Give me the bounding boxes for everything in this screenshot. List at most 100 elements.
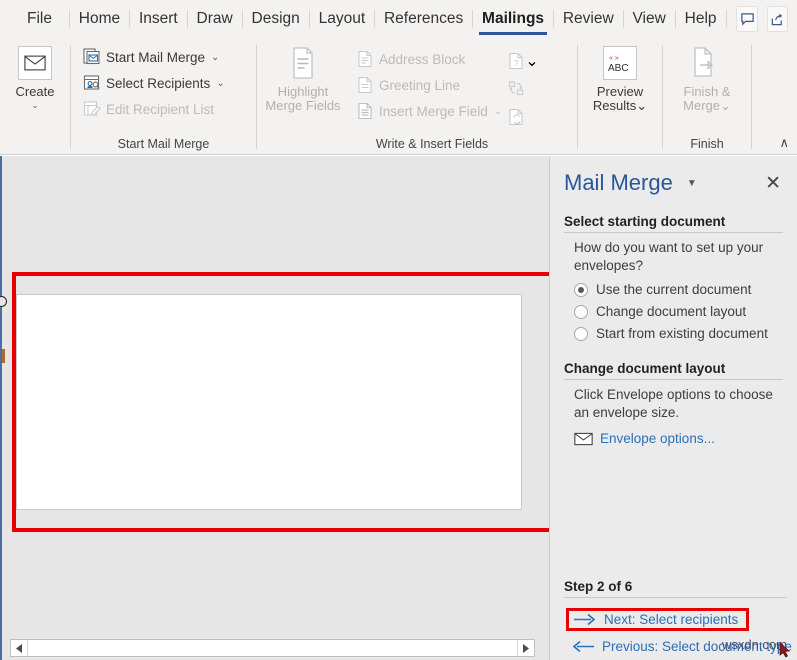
radio-button-icon[interactable] [574,304,588,319]
tab-view[interactable]: View [624,0,675,38]
change-document-layout-heading: Change document layout [564,361,783,380]
tab-layout[interactable]: Layout [310,0,375,38]
select-recipients-button[interactable]: Select Recipients ⌄ [81,70,227,96]
highlight-merge-fields-label: Highlight Merge Fields [265,85,340,113]
ribbon-group-body: Highlight Merge Fields Address Block Gre… [257,38,577,133]
share-button[interactable] [766,6,789,32]
chevron-down-icon: ⌄ [719,98,731,113]
ribbon-group-start-mail-merge: Start Mail Merge ⌄ Select Recipients ⌄ E… [71,38,256,155]
finish-and-merge-label: Finish & Merge⌄ [683,85,731,113]
chevron-down-icon[interactable]: ⌄ [31,100,39,111]
collapse-ribbon-button[interactable]: ∧ [779,135,789,151]
tab-label: Help [684,10,717,27]
next-step-label: Next: Select recipients [604,612,739,627]
select-starting-document-body: How do you want to set up your envelopes… [574,239,783,341]
chevron-down-icon[interactable]: ⌄ [216,78,224,89]
tab-help[interactable]: Help [676,0,726,38]
comments-button[interactable] [736,6,758,32]
tab-separator [725,10,727,28]
preview-results-button[interactable]: « » ABC Preview Results⌄ [580,44,660,113]
close-icon[interactable]: ✕ [765,172,785,195]
tab-draw[interactable]: Draw [188,0,242,38]
select-starting-document-heading: Select starting document [564,214,783,233]
chevron-down-icon[interactable]: ⌄ [636,98,647,113]
mouse-cursor-icon [779,642,790,658]
highlight-merge-fields-icon [293,47,313,79]
scroll-right-button[interactable] [517,640,534,656]
insert-merge-field-label: Insert Merge Field [379,103,488,119]
envelope-options-link[interactable]: Envelope options... [574,431,783,446]
horizontal-scrollbar[interactable] [10,639,535,657]
chevron-down-icon: ⌄ [525,53,539,70]
document-canvas[interactable] [0,156,566,660]
tab-label: View [632,10,666,27]
label-line-1: Preview [596,84,644,99]
select-recipients-label: Select Recipients [106,75,211,91]
radio-label: Use the current document [596,282,752,297]
ribbon-group-divider [751,45,752,149]
preview-results-icon-box: « » ABC [603,46,637,80]
radio-label: Start from existing document [596,326,768,341]
update-labels-icon [509,108,523,126]
svg-text:?: ? [514,59,519,68]
select-recipients-icon [83,75,100,90]
envelope-page[interactable] [16,294,522,510]
tab-review[interactable]: Review [554,0,623,38]
arrow-right-icon [574,613,596,626]
word-window: File Home Insert Draw Design Layout Refe… [0,0,797,660]
start-mail-merge-button[interactable]: Start Mail Merge ⌄ [81,44,221,70]
ribbon-group-label: Write & Insert Fields [375,137,489,151]
chevron-down-icon[interactable]: ⌄ [211,52,219,63]
tab-home[interactable]: Home [70,0,129,38]
ribbon-group-create: Create ⌄ [0,38,70,155]
svg-text:ABC: ABC [608,63,629,74]
share-icon [771,13,783,25]
rules-button: ? ⌄ [504,47,539,75]
radio-button-icon[interactable] [574,282,588,297]
radio-start-from-existing-document[interactable]: Start from existing document [574,326,783,341]
tab-label: Review [562,10,614,27]
envelope-options-label: Envelope options... [600,431,715,446]
tab-label: Insert [138,10,178,27]
tab-file[interactable]: File [18,0,61,38]
tab-mailings[interactable]: Mailings [473,0,553,38]
next-step-button[interactable]: Next: Select recipients [566,608,750,631]
triangle-left-icon [15,643,22,653]
edit-recipient-list-icon [83,101,101,116]
start-mail-merge-label: Start Mail Merge [106,49,206,65]
create-button-icon-box [18,46,52,80]
tab-insert[interactable]: Insert [130,0,187,38]
radio-button-icon[interactable] [574,326,588,341]
change-document-layout-body: Click Envelope options to choose an enve… [574,386,783,446]
create-button[interactable]: Create ⌄ [6,44,64,111]
edit-recipient-list-label: Edit Recipient List [106,101,215,117]
highlight-merge-fields-button: Highlight Merge Fields [257,44,349,113]
ribbon-group-label: Finish [690,137,724,151]
ribbon-group-label [0,133,70,155]
radio-use-current-document[interactable]: Use the current document [574,282,783,297]
ribbon-group-body: « » ABC Preview Results⌄ [578,38,662,133]
chevron-down-icon[interactable]: ▼ [687,178,697,189]
rules-icon: ? [509,52,523,70]
mail-merge-task-pane: Mail Merge ▼ ✕ Select starting document … [549,156,797,660]
tab-references[interactable]: References [375,0,472,38]
label-line-1: Highlight [277,84,329,99]
address-block-button: Address Block [355,46,504,72]
create-button-label: Create [15,84,55,99]
tab-design[interactable]: Design [243,0,309,38]
match-fields-icon [509,81,524,96]
address-block-icon [358,50,372,68]
ribbon-group-label: Start Mail Merge [117,137,210,151]
tab-label: Layout [318,10,366,27]
update-labels-button [504,103,538,131]
watermark-text: wsxdn.com [721,637,787,652]
envelope-icon [24,55,46,71]
tab-label: File [27,10,52,27]
ribbon-group-write-insert-fields: Highlight Merge Fields Address Block Gre… [257,38,577,155]
greeting-line-icon [358,76,372,94]
preview-results-label: Preview Results⌄ [593,85,647,113]
ribbon-group-preview-results: « » ABC Preview Results⌄ [578,38,662,155]
radio-change-document-layout[interactable]: Change document layout [574,304,783,319]
arrow-left-icon [572,640,594,653]
scroll-left-button[interactable] [11,640,28,656]
